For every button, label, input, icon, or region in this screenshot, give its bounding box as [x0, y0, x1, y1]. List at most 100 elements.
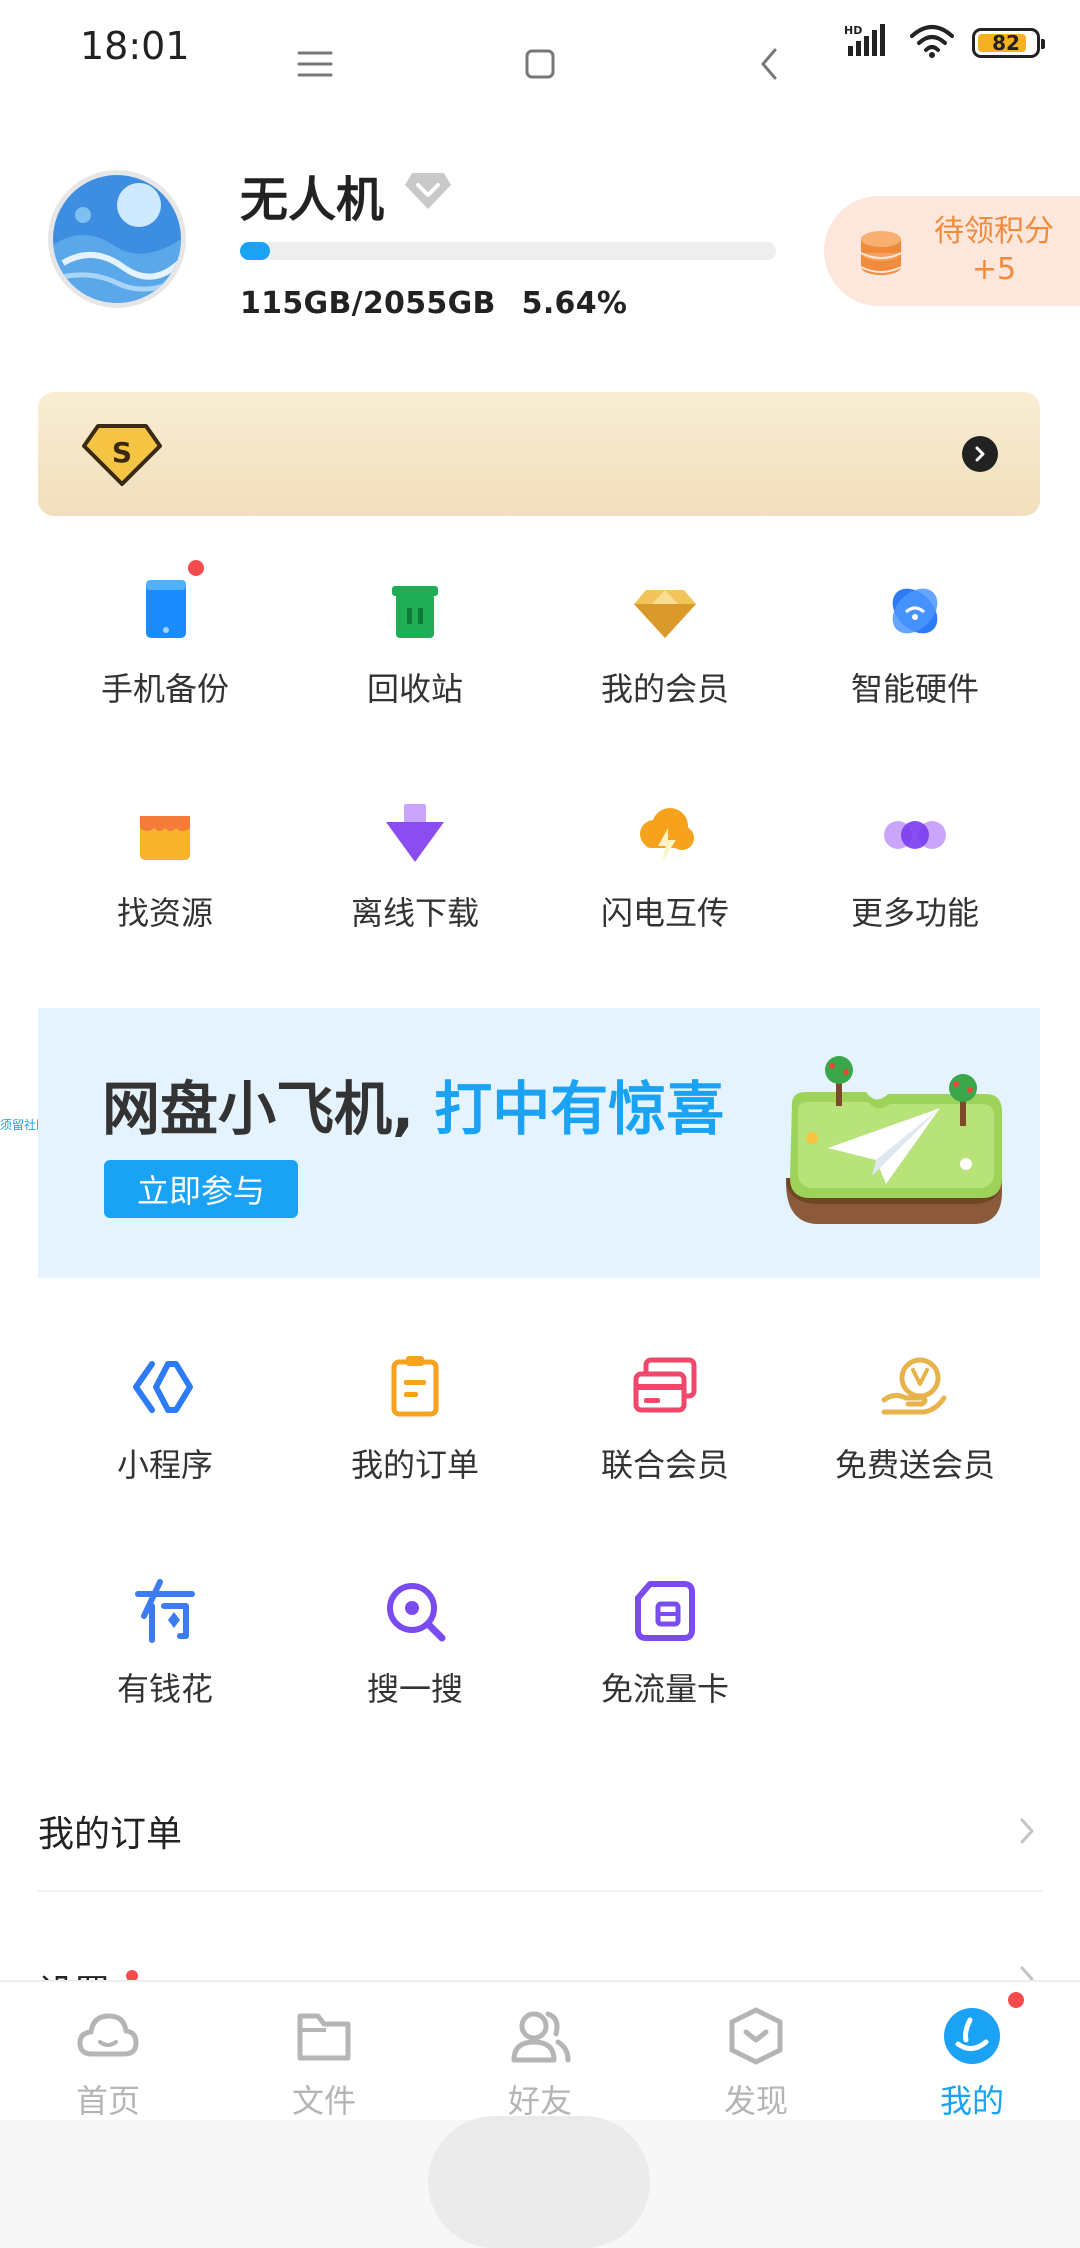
storage-percent: 5.64%: [521, 286, 628, 321]
vip-banner[interactable]: S: [38, 392, 1040, 516]
grid-item-lightning-transfer[interactable]: 闪电互传: [540, 800, 790, 934]
coins-icon: [858, 225, 904, 277]
svip-badge-letter: S: [112, 436, 132, 469]
home-icon[interactable]: [515, 0, 565, 128]
notification-dot: [1008, 1992, 1024, 2008]
cards-icon: [630, 1352, 700, 1422]
grid-item-offline-download[interactable]: 离线下载: [290, 800, 540, 934]
chevron-right-icon: [1012, 1816, 1042, 1846]
shop-icon: [130, 800, 200, 870]
tab-friends[interactable]: 好友: [432, 1982, 648, 2120]
grid-label: 联合会员: [600, 1446, 729, 1484]
grid-item-my-membership[interactable]: 我的会员: [540, 576, 790, 710]
list-row-settings[interactable]: 设置: [38, 1934, 1042, 1980]
clipboard-icon: [380, 1352, 450, 1422]
offline-download-icon: [380, 800, 450, 870]
home-button-highlight: [428, 2116, 650, 2248]
chevron-right-icon: [1012, 1964, 1042, 1980]
grid-label: 智能硬件: [850, 670, 979, 708]
storage-progress-fill: [240, 242, 271, 260]
status-icons: HD 82: [844, 24, 1045, 62]
points-label: 待领积分: [934, 214, 1054, 249]
friends-icon: [508, 2006, 572, 2066]
grid-label: 回收站: [366, 670, 463, 708]
join-now-button[interactable]: 立即参与: [104, 1160, 298, 1218]
avatar[interactable]: [48, 170, 186, 308]
lightning-transfer-icon: [630, 800, 700, 870]
more-dots-icon: [880, 800, 950, 870]
grid-label: 搜一搜: [366, 1670, 463, 1708]
wifi-icon: [910, 24, 954, 62]
list-row-my-orders[interactable]: 我的订单: [38, 1772, 1042, 1892]
network-tag: HD: [844, 24, 862, 37]
promo-title-main: 网盘小飞机,: [102, 1075, 435, 1143]
grid-label: 我的订单: [350, 1446, 479, 1484]
grid-label: 免费送会员: [834, 1446, 995, 1484]
tab-home[interactable]: 首页: [0, 1982, 216, 2120]
money-icon: [130, 1576, 200, 1646]
grid-item-search[interactable]: 搜一搜: [290, 1576, 540, 1710]
points-text: 待领积分 +5: [934, 213, 1054, 289]
grid-item-more-features[interactable]: 更多功能: [790, 800, 1040, 934]
svip-badge-icon: S: [82, 422, 162, 486]
sim-card-icon: [630, 1576, 700, 1646]
list-label: 设置: [38, 1964, 139, 1980]
notification-dot: [126, 1970, 139, 1980]
grid-item-free-membership[interactable]: 免费送会员: [790, 1352, 1040, 1486]
grid-item-money-flower[interactable]: 有钱花: [40, 1576, 290, 1710]
tab-label: 文件: [291, 2082, 356, 2120]
cloud-icon: [76, 2006, 140, 2066]
profile-name[interactable]: 无人机: [240, 160, 452, 230]
username: 无人机: [240, 172, 385, 228]
settings-label: 设置: [38, 1973, 110, 1980]
back-icon[interactable]: [744, 0, 794, 128]
chevron-right-icon[interactable]: [962, 436, 998, 472]
status-time: 18:01: [80, 24, 190, 68]
promo-title: 网盘小飞机, 打中有惊喜: [102, 1062, 724, 1146]
notification-dot: [188, 560, 204, 576]
promo-title-highlight: 打中有惊喜: [434, 1075, 725, 1143]
paper-plane-island-illustration: [776, 1052, 1012, 1242]
grid-item-phone-backup[interactable]: 手机备份: [40, 560, 290, 710]
grid-item-recycle-bin[interactable]: 回收站: [290, 576, 540, 710]
search-icon: [380, 1576, 450, 1646]
smart-hardware-icon: [880, 576, 950, 646]
profile-icon: [940, 2006, 1004, 2066]
tab-label: 首页: [75, 2082, 140, 2120]
grid-label: 我的会员: [600, 670, 729, 708]
grid-label: 手机备份: [100, 670, 229, 708]
tab-files[interactable]: 文件: [216, 1982, 432, 2120]
grid-label: 更多功能: [850, 894, 979, 932]
tab-discover[interactable]: 发现: [648, 1982, 864, 2120]
diamond-icon: [630, 576, 700, 646]
folder-icon: [292, 2006, 356, 2066]
pending-points-button[interactable]: 待领积分 +5: [824, 196, 1080, 306]
grid-item-my-orders[interactable]: 我的订单: [290, 1352, 540, 1486]
grid-item-find-resources[interactable]: 找资源: [40, 800, 290, 934]
promo-banner[interactable]: 网盘小飞机, 打中有惊喜 立即参与: [38, 1008, 1040, 1278]
grid-item-free-data-card[interactable]: 免流量卡: [540, 1576, 790, 1710]
phone-backup-icon: [130, 560, 204, 646]
battery-icon: 82: [972, 28, 1045, 58]
menu-icon[interactable]: [290, 0, 340, 128]
discover-icon: [724, 2006, 788, 2066]
grid-label: 免流量卡: [600, 1670, 729, 1708]
grid-label: 离线下载: [350, 894, 479, 932]
list-label: 我的订单: [38, 1814, 183, 1855]
storage-progress-bar: [240, 242, 776, 260]
grid-label: 闪电互传: [600, 894, 729, 932]
gift-vip-icon: [880, 1352, 950, 1422]
grid-label: 找资源: [116, 894, 213, 932]
grid-item-smart-hardware[interactable]: 智能硬件: [790, 576, 1040, 710]
tab-me[interactable]: 我的: [864, 1982, 1080, 2120]
battery-level: 82: [992, 31, 1020, 55]
tab-label: 我的: [939, 2082, 1004, 2120]
grid-item-mini-program[interactable]: 小程序: [40, 1352, 290, 1486]
vip-diamond-icon[interactable]: [404, 167, 452, 223]
recycle-bin-icon: [380, 576, 450, 646]
mini-program-icon: [130, 1352, 200, 1422]
storage-text: 115GB/2055GB 5.64%: [240, 286, 627, 321]
grid-item-joint-membership[interactable]: 联合会员: [540, 1352, 790, 1486]
points-value: +5: [971, 252, 1017, 287]
grid-label: 小程序: [116, 1446, 213, 1484]
